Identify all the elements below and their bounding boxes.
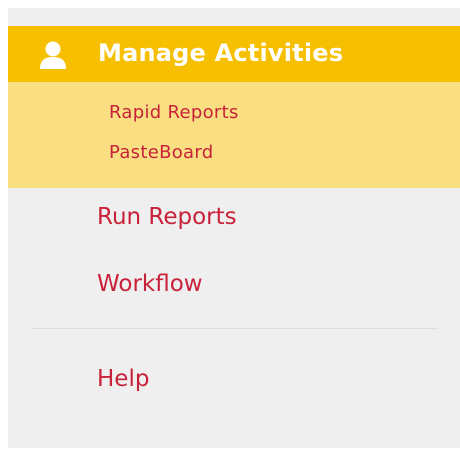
manage-activities-header[interactable]: Manage Activities (8, 26, 460, 82)
menu-item-help[interactable]: Help (97, 366, 149, 392)
submenu-item-pasteboard[interactable]: PasteBoard (109, 142, 214, 163)
menu-item-run-reports[interactable]: Run Reports (97, 204, 237, 230)
menu-divider (32, 328, 438, 329)
user-icon (38, 40, 68, 70)
manage-activities-label: Manage Activities (98, 39, 344, 67)
submenu-item-rapid-reports[interactable]: Rapid Reports (109, 102, 239, 123)
manage-activities-submenu: Rapid Reports PasteBoard (8, 82, 460, 188)
side-menu: Manage Activities Rapid Reports PasteBoa… (8, 8, 460, 448)
menu-item-workflow[interactable]: Workflow (97, 271, 203, 297)
